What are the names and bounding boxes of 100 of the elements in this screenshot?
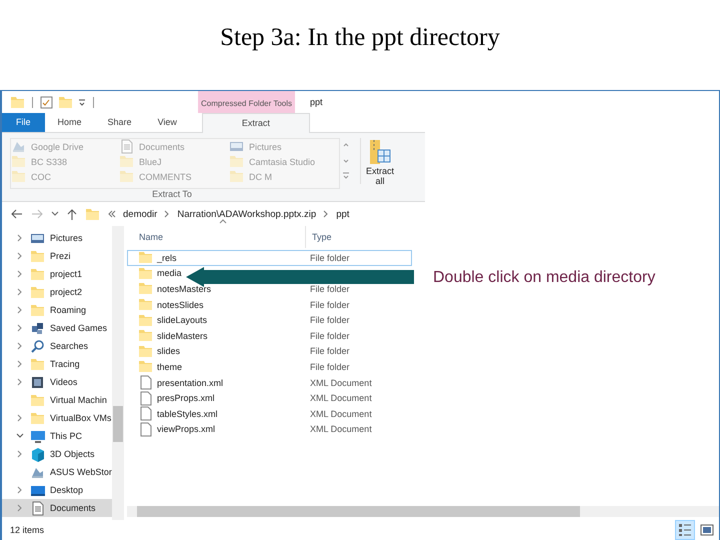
tree-item[interactable]: Desktop (2, 481, 112, 499)
folder-icon (30, 284, 46, 300)
tree-item[interactable]: This PC (2, 427, 112, 445)
tree-item[interactable]: Tracing (2, 355, 112, 373)
file-name[interactable]: notesSlides (157, 300, 204, 310)
file-icon (138, 406, 154, 422)
context-tab-group-label: Compressed Folder Tools (198, 91, 296, 113)
folder-icon (229, 169, 245, 184)
ribbon-tab[interactable]: Share (94, 113, 145, 132)
file-name[interactable]: slides (157, 346, 180, 356)
file-type: File folder (310, 300, 350, 310)
folder-icon (138, 266, 154, 281)
file-type: File folder (310, 330, 350, 341)
folder-icon (30, 392, 46, 408)
file-name[interactable]: presProps.xml (157, 393, 215, 404)
ribbon-tab[interactable]: Extract (202, 113, 310, 133)
file-name[interactable]: presentation.xml (157, 378, 224, 388)
ribbon-tab[interactable]: Home (44, 113, 95, 132)
folder-icon (138, 359, 154, 374)
folder-icon (119, 169, 135, 184)
breadcrumb-item[interactable]: ppt (336, 208, 350, 220)
breadcrumb-item[interactable]: Narration\ADAWorkshop.pptx.zip (177, 208, 316, 220)
horizontal-scrollbar[interactable] (127, 506, 719, 517)
tree-item[interactable]: 3D Objects (2, 445, 112, 463)
file-name[interactable]: _rels (157, 252, 177, 263)
slide-title: Step 3a: In the ppt directory (220, 23, 500, 53)
item-count: 12 items (10, 525, 44, 535)
folder-icon (229, 154, 245, 169)
cube-icon (30, 446, 46, 462)
file-name[interactable]: slideLayouts (157, 315, 208, 326)
folder-icon (85, 206, 101, 222)
back-arrow-icon (10, 208, 24, 220)
zip-extract-icon (368, 138, 392, 166)
tree-item[interactable]: project1 (2, 265, 112, 283)
file-type: XML Document (310, 424, 372, 434)
tree-item[interactable]: project2 (2, 283, 112, 301)
window-title: ppt (310, 97, 323, 107)
properties-icon (39, 94, 55, 110)
file-name[interactable]: notesMasters (157, 284, 212, 294)
details-view-icon[interactable] (675, 520, 695, 540)
folder-icon (138, 281, 154, 296)
sort-caret-icon (219, 218, 227, 224)
folder-icon (119, 154, 135, 169)
vertical-scrollbar[interactable] (112, 226, 124, 520)
file-type: File folder (310, 362, 350, 372)
folder-icon (138, 344, 154, 359)
folder-icon (11, 169, 27, 184)
breadcrumb-item[interactable]: demodir (123, 208, 158, 220)
folder-icon (138, 328, 154, 344)
document-icon (119, 139, 135, 154)
focused-file-row[interactable]: _rels File folder (127, 250, 412, 266)
tree-item[interactable]: Virtual Machin (2, 391, 112, 409)
column-header[interactable]: Name (139, 226, 306, 248)
folder-icon (30, 410, 46, 426)
forward-arrow-icon (30, 208, 44, 220)
file-name[interactable]: viewProps.xml (157, 424, 216, 434)
tree-item[interactable]: Pictures (2, 229, 112, 247)
ribbon-tab[interactable]: View (144, 113, 190, 132)
file-type: XML Document (310, 378, 372, 388)
folder-icon (58, 94, 74, 110)
blocks-icon (30, 320, 46, 336)
callout-text: Double click on media directory (433, 269, 656, 287)
folder-icon (30, 266, 46, 282)
picture-frame-icon (229, 139, 245, 154)
file-type: File folder (310, 252, 350, 263)
column-header[interactable]: Type (312, 226, 412, 248)
file-type: File folder (310, 315, 350, 326)
tree-item[interactable]: ASUS WebStor (2, 463, 112, 481)
selected-tree-item[interactable]: Documents (2, 499, 112, 517)
folder-icon (30, 248, 46, 264)
file-icon (138, 422, 154, 437)
folder-icon (10, 94, 26, 110)
ribbon-tab[interactable]: File (2, 113, 45, 132)
tree-item[interactable]: Roaming (2, 301, 112, 319)
file-name[interactable]: theme (157, 362, 182, 372)
computer-icon (30, 428, 46, 444)
tree-item[interactable]: Videos (2, 373, 112, 391)
tree-item[interactable]: Saved Games (2, 319, 112, 337)
film-icon (30, 374, 46, 390)
folder-icon (11, 154, 27, 169)
folder-icon (30, 302, 46, 318)
extract-all-button[interactable]: Extract all (360, 138, 395, 184)
folder-icon (138, 250, 154, 266)
file-name[interactable]: slideMasters (157, 330, 208, 341)
overflow-chevron-icon (106, 208, 118, 220)
tree-item[interactable]: Searches (2, 337, 112, 355)
file-type: File folder (310, 346, 350, 356)
file-name[interactable]: media (157, 268, 182, 278)
document-icon (30, 500, 46, 516)
file-icon (138, 375, 154, 390)
file-icon (138, 390, 154, 406)
file-type: XML Document (310, 408, 372, 419)
up-arrow-icon (66, 208, 78, 220)
file-type: File folder (310, 284, 350, 294)
tree-item[interactable]: Prezi (2, 247, 112, 265)
search-icon (30, 338, 46, 354)
file-name[interactable]: tableStyles.xml (157, 408, 218, 419)
file-type: XML Document (310, 393, 372, 404)
tree-item[interactable]: VirtualBox VMs (2, 409, 112, 427)
folder-icon (138, 312, 154, 328)
